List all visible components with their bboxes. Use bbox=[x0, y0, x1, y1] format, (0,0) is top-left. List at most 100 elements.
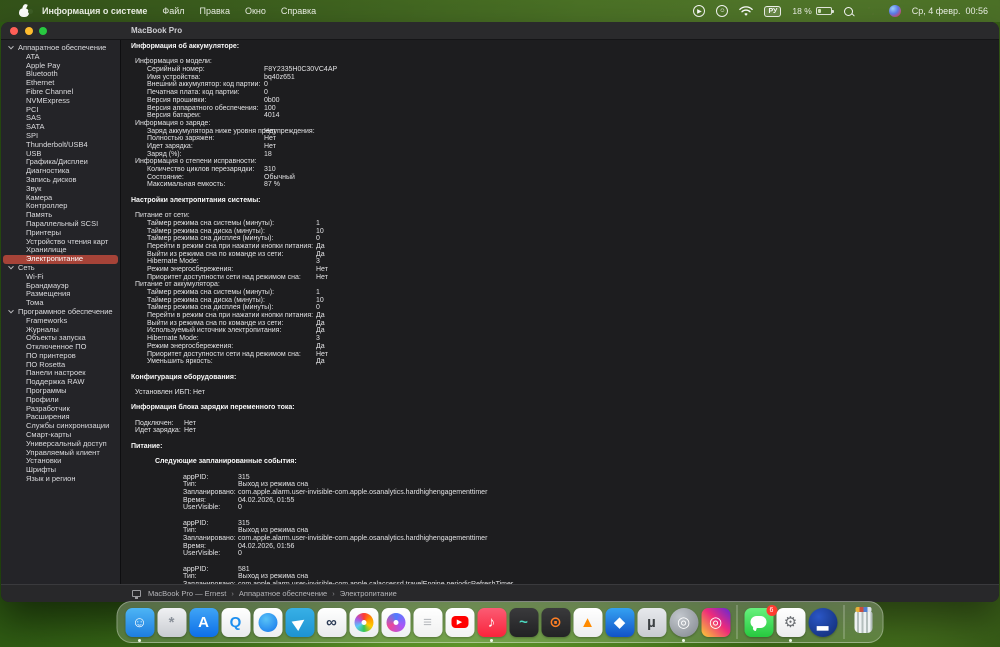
sidebar-item-PCI[interactable]: PCI bbox=[1, 105, 120, 115]
window-title-bar[interactable]: MacBook Pro bbox=[1, 22, 999, 40]
breadcrumb: MacBook Pro — Ernest › Аппаратное обеспече… bbox=[148, 589, 397, 598]
sidebar-item-SAS[interactable]: SAS bbox=[1, 114, 120, 123]
chat-bubble-icon bbox=[750, 616, 767, 628]
system-information-window: MacBook Pro Аппаратное обеспечение ATA App… bbox=[1, 22, 999, 602]
sidebar-item-Apple Pay[interactable]: Apple Pay bbox=[1, 61, 120, 71]
menu-bar-clock[interactable]: Ср, 4 февр. 00:56 bbox=[912, 6, 988, 16]
content-line: Конфигурация оборудования: bbox=[121, 374, 999, 382]
keyboard-layout-badge[interactable]: РУ bbox=[764, 5, 782, 17]
dock-instagram-icon[interactable]: ◎ bbox=[701, 607, 730, 637]
dock-finder-icon[interactable]: ☺ bbox=[125, 607, 154, 642]
content-line: Максимальная емкость: 87 % bbox=[121, 181, 999, 189]
breadcrumb-item[interactable]: Аппаратное обеспечение bbox=[239, 589, 327, 598]
content-line: Режим энергосбережения: Нет bbox=[121, 266, 999, 274]
photos-disc bbox=[354, 612, 373, 632]
dock-apple-music-icon[interactable]: ♪ bbox=[477, 607, 506, 642]
content-line: Выйти из режима сна по команде из сети: Д… bbox=[121, 251, 999, 259]
content-line: Информация о модели: bbox=[121, 58, 999, 66]
status-bar: MacBook Pro — Ernest › Аппаратное обеспече… bbox=[1, 584, 999, 602]
dock-trash-icon[interactable] bbox=[851, 607, 875, 637]
menu-item[interactable]: Файл bbox=[162, 6, 184, 16]
dock-quicktime-icon[interactable]: Q bbox=[221, 607, 250, 637]
running-indicator bbox=[682, 639, 685, 642]
dock-telegram-icon[interactable]: ▶ bbox=[285, 607, 314, 637]
safari-disc bbox=[258, 612, 277, 632]
zoom-button[interactable] bbox=[39, 26, 47, 35]
sidebar-item-Размещения[interactable]: Размещения bbox=[1, 290, 120, 299]
report-content[interactable]: Информация об аккумуляторе: Информация о … bbox=[121, 40, 999, 584]
menu-app-name[interactable]: Информация о системе bbox=[42, 6, 147, 16]
battery-icon[interactable] bbox=[815, 7, 834, 15]
content-line: Внешний аккумулятор: код партии: 0 bbox=[121, 81, 999, 89]
content-line: Версия батареи: 4014 bbox=[121, 112, 999, 120]
dock-messages-icon[interactable]: 6 bbox=[744, 604, 777, 637]
sidebar-category[interactable]: Сеть bbox=[1, 263, 120, 273]
sidebar-item-Thunderbolt/USB4[interactable]: Thunderbolt/USB4 bbox=[1, 140, 120, 150]
menu-item[interactable]: Справка bbox=[281, 6, 316, 16]
sidebar-item-Установки[interactable]: Установки bbox=[1, 457, 120, 466]
screen-record-menu-icon[interactable]: ▶ bbox=[693, 5, 706, 17]
dock-lamp-app-icon[interactable]: ⚙ bbox=[776, 607, 805, 642]
minimize-button[interactable] bbox=[24, 26, 33, 35]
sidebar-item-Программы[interactable]: Программы bbox=[1, 386, 120, 396]
dock-safari-icon[interactable] bbox=[253, 607, 282, 637]
dock: ☺ * A Q ▶ ∞ ≡ ▶ ♪ ~ ⊙ ▲ ◆ µ ◎ ◎ 6 ⚙ ▂ bbox=[116, 601, 884, 643]
window-controls bbox=[10, 26, 47, 35]
dock-blue-round-app-icon[interactable]: ▂ bbox=[808, 607, 837, 637]
dock-app-store-icon[interactable]: A bbox=[189, 607, 218, 637]
control-center-icon[interactable] bbox=[865, 6, 878, 16]
content-line: Полностью заряжен: Нет bbox=[121, 135, 999, 143]
dock-pinwheel-utility-icon[interactable]: * bbox=[157, 607, 186, 637]
menu-item[interactable]: Окно bbox=[245, 6, 266, 16]
content-line: Установлен ИБП: Нет bbox=[121, 389, 999, 397]
siri-orb-icon[interactable] bbox=[888, 5, 901, 17]
content-line: Приоритет доступности сети над режимом с… bbox=[121, 274, 999, 282]
content-line: Таймер режима сна системы (минуты): 1 bbox=[121, 289, 999, 297]
sidebar-item-Frameworks[interactable]: Frameworks bbox=[1, 316, 120, 326]
sidebar-item-ATA[interactable]: ATA bbox=[1, 52, 120, 62]
apple-menu-icon[interactable] bbox=[18, 2, 33, 18]
breadcrumb-separator: › bbox=[231, 589, 234, 598]
window-title: MacBook Pro bbox=[131, 26, 183, 35]
dock-copilot-icon[interactable] bbox=[381, 607, 410, 637]
play-icon: ▶ bbox=[451, 616, 468, 628]
blender-glyph: ⊙ bbox=[549, 613, 562, 631]
running-indicator bbox=[789, 639, 792, 642]
dock-binoculars-app-icon[interactable]: ∞ bbox=[317, 607, 346, 637]
sidebar-category[interactable]: Аппаратное обеспечение bbox=[1, 43, 120, 53]
content-line: Питание: bbox=[121, 443, 999, 451]
dock-separator bbox=[736, 605, 738, 639]
field-value: com.apple.alarm.user-invisible-com.apple… bbox=[238, 581, 513, 584]
content-line: Питание от аккумулятора: bbox=[121, 281, 999, 289]
sidebar-item-Контроллер[interactable]: Контроллер bbox=[1, 202, 120, 211]
content-line: Тип: Выход из режима сна bbox=[121, 573, 999, 581]
dock-notes-icon[interactable]: ≡ bbox=[413, 607, 442, 637]
sidebar-item-Bluetooth[interactable]: Bluetooth bbox=[1, 70, 120, 79]
dock-vlc-icon[interactable]: ▲ bbox=[573, 607, 602, 637]
sidebar-item-Звук[interactable]: Звук bbox=[1, 184, 120, 194]
battery-fill bbox=[817, 9, 821, 13]
sidebar-item-Язык и регион[interactable]: Язык и регион bbox=[1, 474, 120, 484]
content-line: Приоритет доступности сети над режимом с… bbox=[121, 351, 999, 359]
dock-photos-icon[interactable] bbox=[349, 607, 378, 637]
search-icon[interactable] bbox=[843, 6, 854, 17]
dock-utorrent-icon[interactable]: µ bbox=[637, 607, 666, 637]
dock-youtube-icon[interactable]: ▶ bbox=[445, 607, 474, 637]
breadcrumb-item[interactable]: Электропитание bbox=[340, 589, 397, 598]
chevron-down-icon bbox=[8, 264, 14, 270]
content-line: appPID: 581 bbox=[121, 566, 999, 574]
wheel-app-glyph: ◎ bbox=[676, 613, 691, 631]
sidebar-item-NVMExpress[interactable]: NVMExpress bbox=[1, 96, 120, 106]
dock-bluestacks-icon[interactable]: ◆ bbox=[605, 607, 634, 637]
sidebar-item-SATA[interactable]: SATA bbox=[1, 122, 120, 132]
dock-blender-icon[interactable]: ⊙ bbox=[541, 607, 570, 637]
dock-activity-monitor-icon[interactable]: ~ bbox=[509, 607, 538, 637]
menu-item[interactable]: Правка bbox=[200, 6, 230, 16]
close-button[interactable] bbox=[10, 26, 18, 35]
sidebar-item-Запись дисков[interactable]: Запись дисков bbox=[1, 175, 120, 185]
wifi-icon[interactable] bbox=[739, 5, 754, 17]
dock-wheel-app-icon[interactable]: ◎ bbox=[669, 607, 698, 642]
user-menu-icon[interactable]: ☺ bbox=[716, 5, 729, 17]
